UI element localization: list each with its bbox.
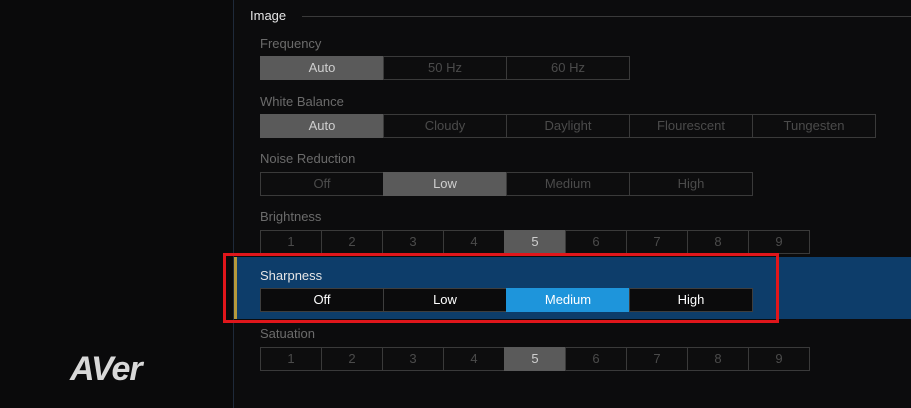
main-panel: Image Frequency Auto 50 Hz 60 Hz White B… (234, 0, 911, 408)
noise-reduction-selector: Off Low Medium High (260, 172, 753, 196)
brightness-selector: 1 2 3 4 5 6 7 8 9 (260, 230, 810, 254)
frequency-selector: Auto 50 Hz 60 Hz (260, 56, 630, 80)
brightness-option[interactable]: 6 (565, 230, 627, 254)
brightness-option[interactable]: 3 (382, 230, 444, 254)
brightness-option[interactable]: 7 (626, 230, 688, 254)
brightness-option-selected[interactable]: 5 (504, 230, 566, 254)
white-balance-option-cloudy[interactable]: Cloudy (383, 114, 507, 138)
white-balance-option-auto[interactable]: Auto (260, 114, 384, 138)
brightness-label: Brightness (260, 209, 322, 224)
saturation-option[interactable]: 1 (260, 347, 322, 371)
frequency-option-60hz[interactable]: 60 Hz (506, 56, 630, 80)
frequency-option-50hz[interactable]: 50 Hz (383, 56, 507, 80)
saturation-option[interactable]: 2 (321, 347, 383, 371)
saturation-option[interactable]: 8 (687, 347, 749, 371)
brightness-option[interactable]: 4 (443, 230, 505, 254)
saturation-option[interactable]: 6 (565, 347, 627, 371)
white-balance-label: White Balance (260, 94, 344, 109)
white-balance-option-tungesten[interactable]: Tungesten (752, 114, 876, 138)
section-title: Image (250, 8, 287, 23)
brightness-option[interactable]: 9 (748, 230, 810, 254)
frequency-label: Frequency (260, 36, 322, 51)
noise-reduction-option-high[interactable]: High (629, 172, 753, 196)
saturation-option-selected[interactable]: 5 (504, 347, 566, 371)
saturation-option[interactable]: 9 (748, 347, 810, 371)
white-balance-option-daylight[interactable]: Daylight (506, 114, 630, 138)
noise-reduction-label: Noise Reduction (260, 151, 356, 166)
saturation-option[interactable]: 4 (443, 347, 505, 371)
noise-reduction-option-off[interactable]: Off (260, 172, 384, 196)
brightness-option[interactable]: 8 (687, 230, 749, 254)
brightness-option[interactable]: 2 (321, 230, 383, 254)
frequency-option-auto[interactable]: Auto (260, 56, 384, 80)
saturation-option[interactable]: 7 (626, 347, 688, 371)
white-balance-option-flourescent[interactable]: Flourescent (629, 114, 753, 138)
white-balance-selector: Auto Cloudy Daylight Flourescent Tungest… (260, 114, 876, 138)
noise-reduction-option-low[interactable]: Low (383, 172, 507, 196)
aver-logo: AVer (70, 350, 143, 388)
brightness-option[interactable]: 1 (260, 230, 322, 254)
sidebar: AVer (0, 0, 233, 408)
sharpness-highlight-box (223, 253, 779, 323)
saturation-option[interactable]: 3 (382, 347, 444, 371)
saturation-selector: 1 2 3 4 5 6 7 8 9 (260, 347, 810, 371)
section-divider (302, 16, 911, 17)
saturation-label: Satuation (260, 326, 315, 341)
noise-reduction-option-medium[interactable]: Medium (506, 172, 630, 196)
